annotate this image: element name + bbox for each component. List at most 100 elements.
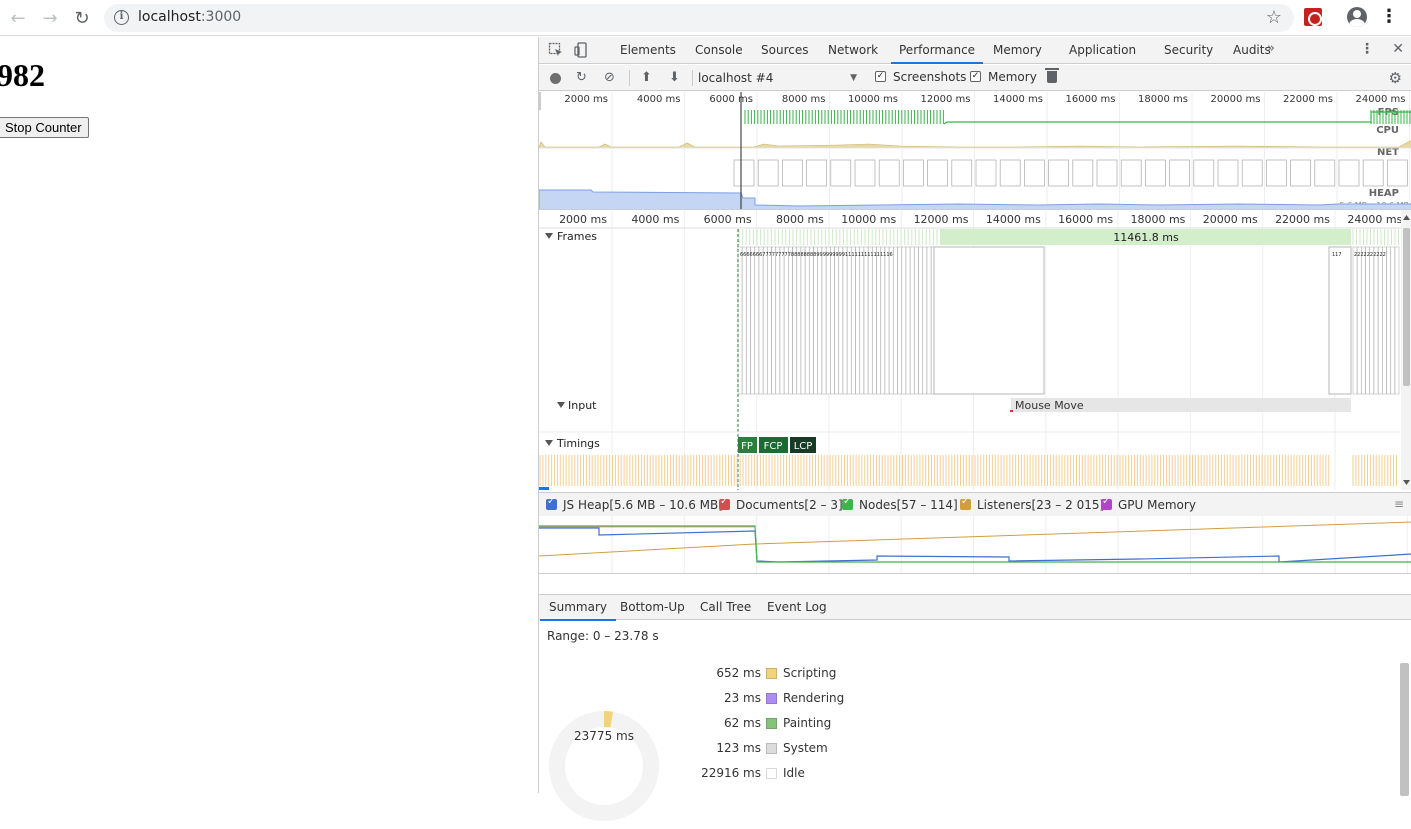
memory-checkbox[interactable]: ✓ — [970, 71, 981, 82]
overview-screenshot — [1120, 159, 1142, 187]
counter-checkbox[interactable] — [546, 496, 557, 510]
frame-screenshot-strip — [855, 246, 860, 395]
frame-number-right-a: 117 — [1332, 252, 1342, 258]
frame-screenshot-strip — [1377, 246, 1383, 395]
frame-screenshot-strip — [771, 246, 776, 395]
tab-memory[interactable]: Memory — [985, 37, 1050, 64]
frame-screenshot-strip — [859, 246, 865, 395]
tab-performance[interactable]: Performance — [891, 37, 984, 64]
overview-screenshot — [830, 159, 852, 187]
trash-icon[interactable] — [1045, 68, 1059, 83]
frame-screenshot-strip — [800, 246, 806, 395]
chevron-down-icon: ▼ — [850, 73, 857, 83]
frame-screenshot-strip — [880, 246, 886, 395]
overview-screenshot — [1145, 159, 1166, 187]
frame-screenshot-strip — [783, 246, 789, 395]
overview-screenshot — [1314, 159, 1336, 187]
close-icon[interactable]: ✕ — [1392, 41, 1404, 57]
frame-screenshot-strip — [804, 246, 810, 395]
overview-screenshot — [1266, 159, 1287, 187]
reload-icon[interactable]: ↻ — [70, 6, 94, 30]
timeline-tick-label: 4000 ms — [631, 213, 679, 226]
details-tab-event-log[interactable]: Event Log — [758, 595, 836, 621]
tab-console[interactable]: Console — [687, 37, 751, 64]
counter-label: Documents[2 – 3] — [736, 498, 843, 512]
tab-network[interactable]: Network — [820, 37, 886, 64]
frame-screenshot-strip — [809, 246, 814, 395]
tab-elements[interactable]: Elements — [612, 37, 684, 64]
vertical-scroll-thumb[interactable] — [1403, 228, 1410, 386]
frame-screenshot-strip — [813, 246, 818, 395]
summary-row-value: 23 ms — [723, 691, 761, 705]
details-tab-call-tree[interactable]: Call Tree — [691, 595, 760, 621]
tab-security[interactable]: Security — [1156, 37, 1221, 64]
input-expand-icon[interactable] — [557, 402, 565, 408]
frame-screenshot-strip — [767, 246, 772, 395]
frame-screenshot[interactable] — [933, 246, 1045, 395]
back-icon[interactable]: ← — [6, 6, 30, 30]
frame-screenshot-strip — [754, 246, 760, 395]
counter-legend-item[interactable]: Documents[2 – 3] — [719, 496, 843, 512]
details-tab-summary[interactable]: Summary — [540, 595, 616, 621]
star-icon[interactable]: ☆ — [1266, 7, 1282, 28]
frames-expand-icon[interactable] — [545, 233, 553, 239]
forward-icon[interactable]: → — [38, 6, 62, 30]
overview-screenshot — [878, 159, 900, 187]
counter-legend-item[interactable]: JS Heap[5.6 MB – 10.6 MB] — [546, 496, 723, 512]
url-text[interactable]: localhost:3000 — [138, 9, 241, 25]
record-icon[interactable] — [550, 73, 561, 84]
overview-tick-label: 6000 ms — [709, 94, 753, 105]
counter-checkbox[interactable] — [719, 496, 730, 510]
stop-counter-button[interactable]: Stop Counter — [0, 117, 89, 138]
timeline-tick-label: 20000 ms — [1203, 213, 1258, 226]
frame-screenshot-strip — [737, 246, 743, 395]
profile-select[interactable]: localhost #4 ▼ — [698, 68, 861, 88]
frame-screenshot-strip — [834, 246, 839, 395]
tab-sources[interactable]: Sources — [753, 37, 816, 64]
frame-screenshot-strip — [1390, 246, 1396, 395]
horizontal-scroll-thumb[interactable] — [539, 487, 549, 490]
counter-checkbox[interactable] — [1101, 496, 1112, 510]
timeline-flamechart[interactable]: 2000 ms 4000 ms 6000 ms 8000 ms 10000 ms 1200… — [539, 210, 1411, 490]
clear-icon[interactable]: ⊘ — [604, 70, 615, 85]
overview-screenshot — [1072, 159, 1094, 187]
counter-legend-item[interactable]: Listeners[23 – 2 015] — [960, 496, 1104, 512]
device-toolbar-icon[interactable] — [574, 42, 590, 58]
gear-icon[interactable]: ⚙ — [1389, 69, 1402, 87]
info-icon[interactable]: i — [114, 10, 129, 25]
frame-screenshot-strip — [796, 246, 802, 395]
timeline-tick-label: 16000 ms — [1058, 213, 1113, 226]
frame-screenshot-strip — [901, 246, 907, 395]
more-tabs-icon[interactable]: » — [1267, 41, 1275, 56]
extension-icon[interactable] — [1304, 8, 1322, 26]
summary-total: 23775 ms — [574, 729, 634, 743]
drag-handle-icon[interactable]: ≡ — [1394, 497, 1404, 511]
frame-screenshot[interactable] — [1328, 246, 1352, 395]
profile-icon[interactable] — [1347, 7, 1367, 27]
inspect-element-icon[interactable] — [548, 42, 564, 58]
address-bar[interactable]: i localhost:3000 ☆ — [104, 4, 1294, 32]
details-tab-bottom-up[interactable]: Bottom-Up — [611, 595, 694, 621]
load-profile-icon[interactable]: ⬆ — [641, 70, 652, 85]
save-profile-icon[interactable]: ⬇ — [669, 70, 680, 85]
counter-checkbox[interactable] — [842, 496, 853, 510]
memory-label: Memory — [988, 70, 1037, 84]
devtools-menu-icon[interactable]: ⋮ — [1360, 41, 1374, 57]
overview-screenshot — [1048, 159, 1069, 187]
timings-expand-icon[interactable] — [545, 440, 553, 446]
counter-label: JS Heap[5.6 MB – 10.6 MB] — [563, 498, 723, 512]
frame-screenshot-strip — [918, 246, 923, 395]
counter-legend-item[interactable]: GPU Memory — [1101, 496, 1196, 512]
counter-checkbox[interactable] — [960, 496, 971, 510]
reload-record-icon[interactable]: ↻ — [576, 70, 587, 85]
screenshots-checkbox[interactable]: ✓ — [875, 71, 886, 82]
frame-screenshot-strip — [851, 246, 856, 395]
summary-scroll-thumb[interactable] — [1400, 663, 1409, 796]
frame-screenshot-strip — [779, 246, 785, 395]
menu-icon[interactable]: ⋮ — [1380, 6, 1398, 28]
tab-application[interactable]: Application — [1061, 37, 1144, 64]
frame-screenshot-strip — [897, 246, 902, 395]
summary-row-label: Idle — [783, 766, 805, 780]
counter-legend-item[interactable]: Nodes[57 – 114] — [842, 496, 958, 512]
timeline-overview[interactable]: 2000 ms 4000 ms 6000 ms 8000 ms 10000 ms 1200… — [539, 92, 1411, 210]
